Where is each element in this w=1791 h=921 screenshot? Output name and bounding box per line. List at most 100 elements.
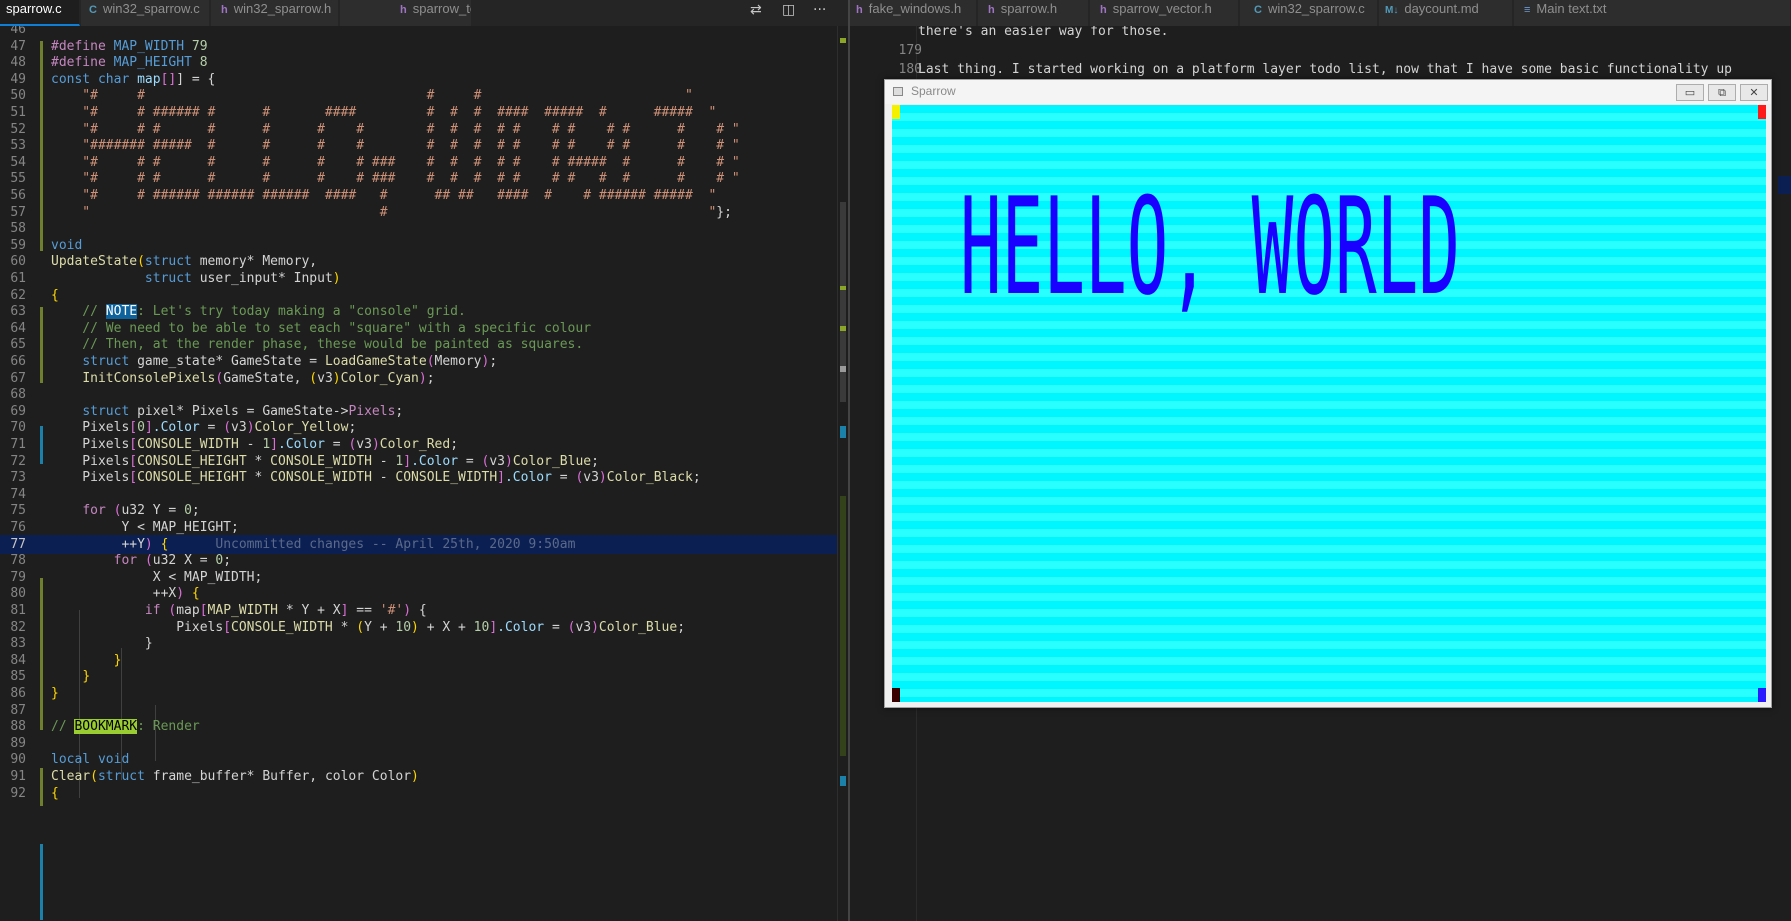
code-token: ; bbox=[591, 453, 599, 469]
code-token: Pixels bbox=[51, 453, 130, 469]
code-token: MAP_WIDTH bbox=[207, 603, 278, 618]
code-token: ; bbox=[223, 553, 232, 569]
code-token: } bbox=[51, 686, 59, 701]
text-file-icon: ≡ bbox=[1524, 4, 1531, 16]
code-token: v3 bbox=[575, 619, 592, 635]
tab-win32-sparrow-c-right[interactable]: Cwin32_sparrow.c bbox=[1240, 0, 1378, 26]
code-token: CONSOLE_WIDTH bbox=[270, 453, 372, 469]
code-token: game_state* GameState = bbox=[137, 354, 325, 369]
close-button[interactable]: ✕ bbox=[1740, 84, 1768, 101]
code-token: ) bbox=[332, 271, 341, 286]
tab-win32-sparrow-h[interactable]: h win32_sparrow.h bbox=[211, 0, 339, 26]
scrollbar-marker bbox=[840, 286, 846, 290]
code-token: Pixels bbox=[51, 437, 130, 452]
current-line-highlight bbox=[1778, 176, 1791, 194]
code-token: UpdateState bbox=[51, 254, 138, 270]
code-token: .Color bbox=[497, 619, 545, 635]
code-token: // Then, at the render phase, these woul… bbox=[51, 337, 584, 353]
code-token: v3 bbox=[231, 420, 247, 436]
tab-label: sparrow.c bbox=[6, 1, 62, 16]
code-token: "# # # # # # # ### # # # # # # # # # # #… bbox=[51, 171, 740, 187]
code-token: void bbox=[51, 237, 83, 253]
code-token: ; bbox=[426, 370, 435, 386]
code-token: memory* Memory, bbox=[199, 254, 318, 270]
tab-win32-sparrow-c[interactable]: Cwin32_sparrow.c bbox=[81, 0, 210, 26]
code-token: CONSOLE_WIDTH bbox=[270, 470, 372, 486]
code-token: 79 bbox=[191, 38, 208, 54]
tab-sparrow-h[interactable]: h sparrow.h bbox=[978, 0, 1089, 26]
code-token: ; bbox=[692, 470, 701, 486]
code-token: [ bbox=[199, 603, 208, 618]
code-token: ] bbox=[497, 470, 505, 486]
code-token: ( bbox=[144, 553, 153, 569]
code-token: GameState, bbox=[223, 370, 310, 386]
markdown-line: there's an easier way for those. bbox=[918, 26, 1169, 39]
code-token: 8 bbox=[199, 55, 208, 71]
tab-daycount-md[interactable]: M↓ daycount.md bbox=[1379, 0, 1513, 26]
code-token: } bbox=[51, 636, 153, 652]
code-token: ] bbox=[489, 619, 498, 635]
code-token: Color_Yellow bbox=[254, 420, 349, 436]
code-token: const bbox=[51, 71, 98, 87]
code-token: CONSOLE_HEIGHT bbox=[137, 453, 247, 469]
split-editor-icon[interactable]: ◫ bbox=[782, 2, 795, 18]
code-text: { bbox=[51, 784, 59, 803]
code-token: { bbox=[51, 287, 59, 303]
tab-label: win32_sparrow.c bbox=[102, 1, 200, 16]
code-token: local bbox=[51, 752, 98, 768]
code-token: Color_Red bbox=[379, 437, 451, 452]
h-file-icon: h bbox=[400, 4, 407, 16]
tab-sparrow-c[interactable]: sparrow.c bbox=[0, 0, 80, 26]
code-token: '#' bbox=[379, 603, 404, 618]
code-token: ) bbox=[505, 453, 513, 469]
scrollbar-thumb[interactable] bbox=[840, 202, 846, 402]
code-token: Memory bbox=[434, 354, 482, 369]
code-token: struct bbox=[144, 271, 200, 286]
code-token: - bbox=[371, 453, 396, 469]
code-token: = bbox=[199, 420, 224, 436]
tab-sparrow-vector-h[interactable]: h sparrow_vector.h bbox=[1090, 0, 1239, 26]
markdown-file-icon: M↓ bbox=[1385, 5, 1399, 16]
window-titlebar[interactable]: Sparrow ▭ ⧉ ✕ bbox=[885, 80, 1771, 104]
code-token: [ bbox=[129, 470, 138, 486]
code-token: CONSOLE_WIDTH bbox=[231, 619, 333, 635]
code-token: ( bbox=[90, 769, 98, 784]
right-tab-bar: h fake_windows.h h sparrow.h h sparrow_vect… bbox=[850, 0, 1791, 26]
tab-main-text-txt[interactable]: ≡ Main text.txt bbox=[1514, 0, 1791, 26]
open-changes-icon[interactable]: ⇄ bbox=[750, 2, 762, 18]
minimize-button[interactable]: ▭ bbox=[1676, 84, 1704, 101]
code-token: CONSOLE_HEIGHT bbox=[137, 470, 247, 486]
code-token: ) bbox=[144, 536, 153, 552]
code-token: [ bbox=[129, 420, 138, 436]
code-token: ; bbox=[677, 619, 686, 635]
more-actions-icon[interactable]: ··· bbox=[813, 2, 826, 18]
code-token: [ bbox=[223, 619, 232, 635]
maximize-button[interactable]: ⧉ bbox=[1708, 84, 1736, 101]
code-token: Color_Blue bbox=[512, 453, 592, 469]
left-editor[interactable]: 46 47 #define MAP_WIDTH 79 48 #define MAP_HE… bbox=[0, 26, 848, 921]
code-token: ; bbox=[395, 403, 404, 419]
code-token: = bbox=[544, 619, 568, 635]
sparrow-app-window[interactable]: Sparrow ▭ ⧉ ✕ HELLO, WORLD bbox=[884, 79, 1772, 708]
code-token: 10 bbox=[395, 619, 412, 635]
code-token: * bbox=[332, 619, 357, 635]
tab-sparrow-text-h[interactable]: h sparrow_text.h bbox=[340, 0, 472, 26]
code-token: + X + bbox=[418, 619, 474, 635]
code-token: * bbox=[246, 453, 271, 469]
code-token: u32 X = bbox=[152, 553, 216, 569]
code-token: [] bbox=[160, 71, 177, 87]
code-token: "# # # # # # # ### # # # # # # ##### # #… bbox=[51, 154, 740, 170]
render-canvas[interactable]: HELLO, WORLD bbox=[892, 105, 1766, 702]
code-token: char bbox=[97, 71, 138, 87]
tab-fake-windows-h[interactable]: h fake_windows.h bbox=[850, 0, 977, 26]
code-token: }; bbox=[716, 204, 732, 220]
code-line[interactable]: 92 { bbox=[0, 784, 848, 803]
code-token: ++X bbox=[51, 586, 177, 602]
code-token: #define bbox=[51, 38, 114, 54]
git-blame-annotation: Uncommitted changes -- April 25th, 2020 … bbox=[168, 536, 576, 552]
code-token: "# # ###### # # #### # # # #### ##### # … bbox=[51, 105, 717, 120]
